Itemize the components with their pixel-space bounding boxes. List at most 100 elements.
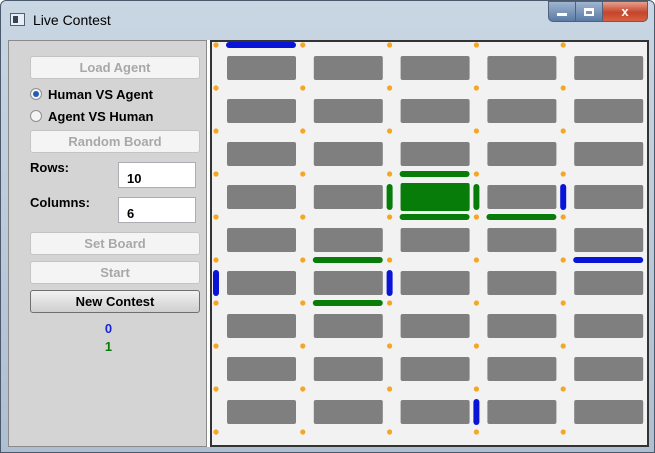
start-button[interactable]: Start: [30, 261, 200, 284]
close-button[interactable]: x: [603, 1, 648, 22]
board-cell[interactable]: [574, 314, 644, 338]
board-dot: [300, 85, 306, 91]
board-dot: [300, 429, 306, 435]
board-cell[interactable]: [227, 185, 296, 209]
board-cell[interactable]: [400, 400, 470, 424]
board-cell[interactable]: [487, 400, 557, 424]
board-cell[interactable]: [313, 357, 383, 381]
board-cell[interactable]: [227, 314, 296, 338]
board-cell[interactable]: [400, 228, 470, 252]
board-dot: [213, 429, 219, 435]
board-cell[interactable]: [313, 99, 383, 123]
horizontal-line[interactable]: [312, 257, 383, 263]
board-dot: [560, 42, 566, 48]
random-board-button[interactable]: Random Board: [30, 130, 200, 153]
game-board[interactable]: [210, 40, 649, 447]
rows-input[interactable]: 10: [118, 162, 196, 188]
set-board-button[interactable]: Set Board: [30, 232, 200, 255]
board-cell[interactable]: [400, 142, 470, 166]
board-cell[interactable]: [574, 99, 644, 123]
columns-input[interactable]: 6: [118, 197, 196, 223]
board-cell[interactable]: [400, 314, 470, 338]
agent-vs-human-label: Agent VS Human: [48, 108, 154, 124]
board-cell[interactable]: [574, 400, 644, 424]
board-dot: [387, 257, 393, 263]
horizontal-line[interactable]: [573, 257, 644, 263]
board-dot: [300, 343, 306, 349]
columns-label: Columns:: [30, 195, 90, 210]
board-dot: [560, 386, 566, 392]
app-window-icon: [10, 13, 25, 26]
board-cell[interactable]: [313, 271, 383, 295]
board-dot: [300, 42, 306, 48]
board-cell[interactable]: [313, 56, 383, 80]
board-cell[interactable]: [400, 99, 470, 123]
vertical-line[interactable]: [386, 184, 393, 210]
board-cell[interactable]: [227, 56, 296, 80]
maximize-button[interactable]: [576, 1, 603, 22]
board-cell[interactable]: [227, 400, 296, 424]
board-cell[interactable]: [487, 99, 557, 123]
client-area: Load Agent Human VS Agent Agent VS Human…: [8, 40, 649, 447]
agent-vs-human-radio[interactable]: Agent VS Human: [30, 107, 153, 125]
horizontal-line[interactable]: [226, 42, 296, 48]
board-cell[interactable]: [313, 228, 383, 252]
board-dot: [300, 300, 306, 306]
horizontal-line[interactable]: [399, 171, 470, 177]
board-cell[interactable]: [227, 142, 296, 166]
board-cell[interactable]: [574, 271, 644, 295]
board-dot: [473, 429, 479, 435]
board-cell[interactable]: [487, 271, 557, 295]
horizontal-line[interactable]: [486, 214, 557, 220]
board-dot: [387, 429, 393, 435]
board-cell[interactable]: [313, 400, 383, 424]
board-cell[interactable]: [574, 357, 644, 381]
green-player-score: 1: [104, 339, 113, 354]
board-cell[interactable]: [487, 142, 557, 166]
human-vs-agent-radio[interactable]: Human VS Agent: [30, 85, 153, 103]
vertical-line[interactable]: [473, 399, 480, 425]
board-dot: [213, 257, 219, 263]
board-cell[interactable]: [400, 271, 470, 295]
load-agent-button[interactable]: Load Agent: [30, 56, 200, 79]
board-dot: [300, 128, 306, 134]
board-cell[interactable]: [487, 357, 557, 381]
vertical-line[interactable]: [560, 184, 567, 210]
minimize-button[interactable]: [548, 1, 576, 22]
board-cell[interactable]: [487, 228, 557, 252]
board-cell[interactable]: [574, 185, 644, 209]
title-bar[interactable]: Live Contest x: [1, 1, 654, 41]
board-cell[interactable]: [227, 357, 296, 381]
window-title: Live Contest: [33, 12, 111, 28]
vertical-line[interactable]: [386, 270, 393, 296]
board-canvas[interactable]: [212, 42, 647, 445]
horizontal-line[interactable]: [312, 300, 383, 306]
board-cell[interactable]: [313, 185, 383, 209]
board-cell[interactable]: [487, 185, 557, 209]
board-cell[interactable]: [313, 314, 383, 338]
new-contest-button[interactable]: New Contest: [30, 290, 200, 313]
horizontal-line[interactable]: [399, 214, 470, 220]
board-cell[interactable]: [574, 56, 644, 80]
board-cell[interactable]: [400, 357, 470, 381]
board-dot: [560, 128, 566, 134]
board-cell[interactable]: [574, 142, 644, 166]
board-cell[interactable]: [487, 56, 557, 80]
board-dot: [213, 386, 219, 392]
maximize-icon: [584, 7, 594, 16]
board-cell[interactable]: [313, 142, 383, 166]
board-dot: [560, 429, 566, 435]
board-dot: [213, 343, 219, 349]
radio-checked-icon: [30, 88, 42, 100]
board-cell[interactable]: [227, 228, 296, 252]
board-dot: [560, 85, 566, 91]
board-cell[interactable]: [487, 314, 557, 338]
vertical-line[interactable]: [213, 270, 219, 296]
board-cell[interactable]: [227, 99, 296, 123]
vertical-line[interactable]: [473, 184, 480, 210]
control-panel: Load Agent Human VS Agent Agent VS Human…: [8, 40, 207, 447]
board-cell[interactable]: [400, 56, 470, 80]
board-cell[interactable]: [574, 228, 644, 252]
board-dot: [560, 300, 566, 306]
board-cell[interactable]: [227, 271, 296, 295]
